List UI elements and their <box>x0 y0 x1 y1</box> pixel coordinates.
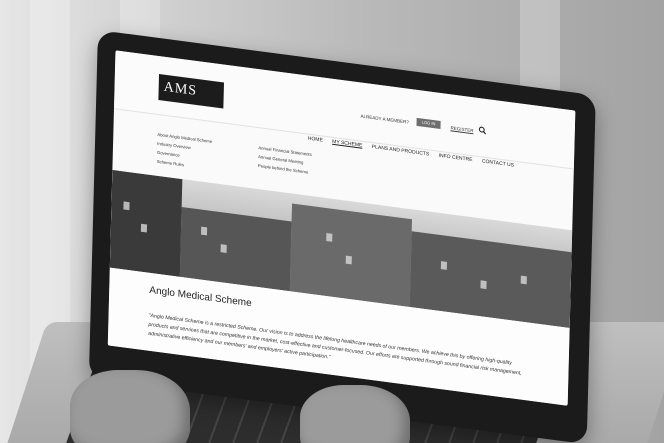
building-window <box>480 280 487 290</box>
building-window <box>345 255 352 265</box>
right-hand <box>300 385 410 443</box>
building-window <box>200 226 208 236</box>
submenu-right: Annual Financial Statements Annual Gener… <box>258 143 312 177</box>
building-window <box>440 261 448 270</box>
login-button[interactable]: LOG IN <box>416 117 441 129</box>
building-window <box>123 201 130 211</box>
submenu-left: About Anglo Medical Scheme Industry Over… <box>157 130 213 173</box>
nav-home[interactable]: HOME <box>308 136 323 144</box>
search-icon[interactable] <box>478 126 487 135</box>
laptop-screen: AMS ALREADY A MEMBER? LOG IN REGISTER HO… <box>107 50 576 406</box>
page-title: Anglo Medical Scheme <box>149 284 252 310</box>
left-hand <box>70 370 190 443</box>
building-window <box>326 233 333 242</box>
register-link[interactable]: REGISTER <box>450 125 473 133</box>
building-window <box>140 223 148 233</box>
member-prompt: ALREADY A MEMBER? <box>360 113 409 125</box>
building <box>289 203 413 308</box>
building <box>109 169 183 277</box>
building-window <box>220 244 227 253</box>
building-window <box>520 275 527 285</box>
mission-quote: "Anglo Medical Scheme is a restricted Sc… <box>148 312 522 377</box>
photo-background: AMS ALREADY A MEMBER? LOG IN REGISTER HO… <box>0 0 664 443</box>
ams-logo[interactable]: AMS <box>158 74 225 109</box>
logo-text: AMS <box>163 79 198 99</box>
